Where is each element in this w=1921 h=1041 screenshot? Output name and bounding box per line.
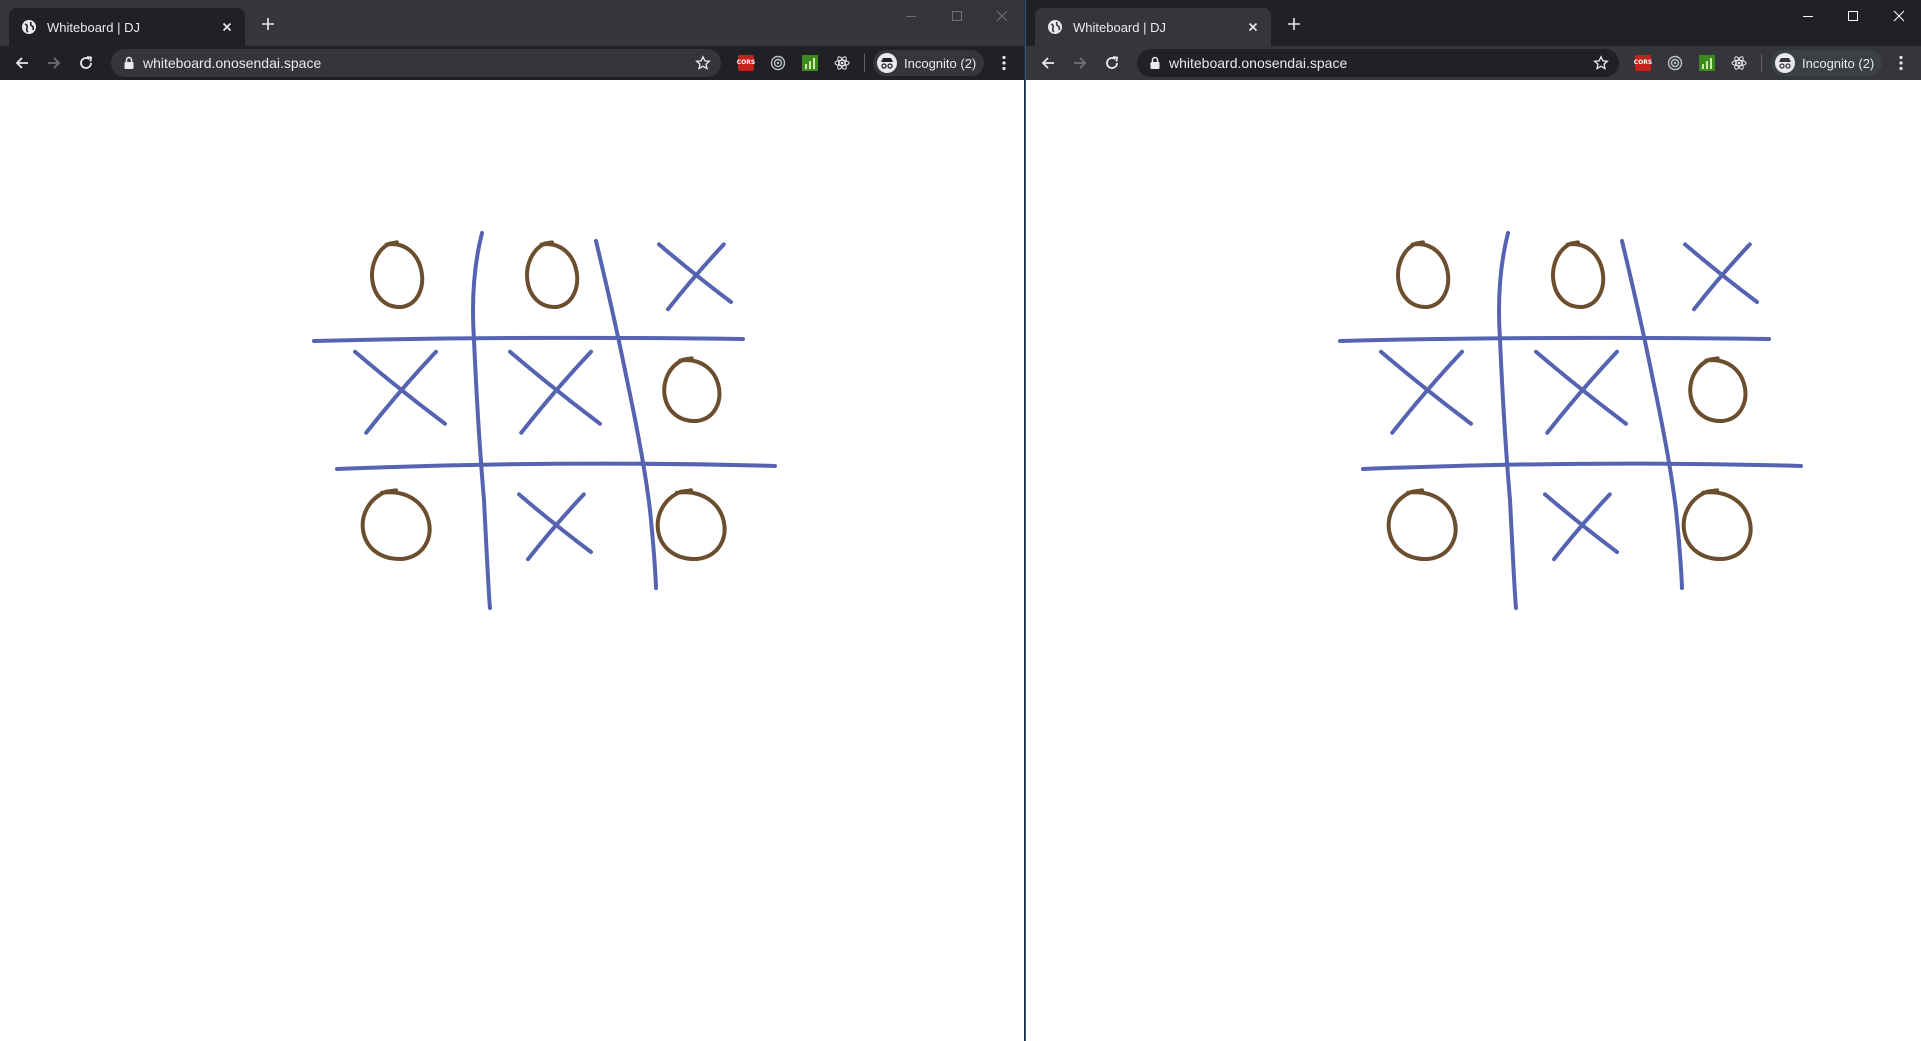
tab-title: Whiteboard | DJ xyxy=(1073,19,1166,35)
x-mark xyxy=(1543,492,1619,562)
o-mark xyxy=(655,488,727,562)
back-arrow-icon xyxy=(1041,57,1054,69)
grid-line xyxy=(335,461,777,471)
x-mark xyxy=(508,349,602,435)
lock-icon xyxy=(124,56,134,69)
tic-tac-toe-marks xyxy=(1379,240,1759,562)
forward-button[interactable] xyxy=(1069,52,1091,74)
grid-line xyxy=(594,239,658,590)
incognito-profile-button[interactable]: Incognito (2) xyxy=(1771,50,1883,76)
reload-icon xyxy=(80,56,93,69)
grid-line xyxy=(1497,231,1518,610)
o-mark xyxy=(1551,240,1606,310)
close-icon xyxy=(996,10,1008,22)
grid-line xyxy=(1361,461,1803,471)
profile-label: Incognito (2) xyxy=(904,55,977,71)
o-mark xyxy=(1688,356,1748,424)
minimize-icon xyxy=(1803,16,1813,17)
more-menu-icon[interactable] xyxy=(1892,54,1910,72)
page-viewport xyxy=(0,80,1024,1041)
close-window-button[interactable] xyxy=(1876,0,1921,32)
reload-button[interactable] xyxy=(1101,52,1123,74)
address-bar[interactable]: whiteboard.onosendai.space xyxy=(111,49,721,77)
reload-button[interactable] xyxy=(75,52,97,74)
x-mark xyxy=(1379,349,1473,435)
lock-icon xyxy=(1150,56,1160,69)
page-viewport xyxy=(1026,80,1921,1041)
address-bar[interactable]: whiteboard.onosendai.space xyxy=(1137,49,1619,77)
minimize-button[interactable] xyxy=(888,0,934,32)
url-text: whiteboard.onosendai.space xyxy=(143,55,322,71)
maximize-button[interactable] xyxy=(1830,0,1876,32)
whiteboard-canvas[interactable] xyxy=(1026,80,1921,1041)
close-window-button[interactable] xyxy=(979,0,1024,32)
tab-strip: Whiteboard | DJ xyxy=(0,0,1024,46)
bookmark-star-icon[interactable] xyxy=(695,55,711,71)
tab-whiteboard[interactable]: Whiteboard | DJ xyxy=(9,8,245,46)
browser-window-left: Whiteboard | DJ whiteboard.onosendai.spa… xyxy=(0,0,1025,1041)
close-tab-icon[interactable] xyxy=(219,19,235,35)
tic-tac-toe-marks xyxy=(353,240,733,562)
chart-icon[interactable] xyxy=(1699,55,1715,71)
o-mark xyxy=(1396,240,1451,310)
x-mark xyxy=(657,242,733,312)
target-icon[interactable] xyxy=(1667,55,1683,71)
profile-label: Incognito (2) xyxy=(1802,55,1875,71)
o-mark xyxy=(525,240,580,310)
x-mark xyxy=(1534,349,1628,435)
browser-window-right: Whiteboard | DJ whiteboard.onosendai.spa… xyxy=(1025,0,1921,1041)
whiteboard-canvas[interactable] xyxy=(0,80,1025,1041)
bookmark-star-icon[interactable] xyxy=(1593,55,1609,71)
globe-icon xyxy=(22,20,36,34)
target-icon[interactable] xyxy=(770,55,786,71)
new-tab-icon[interactable] xyxy=(260,16,276,32)
grid-line xyxy=(471,231,492,610)
incognito-icon xyxy=(1775,53,1795,73)
x-mark xyxy=(1683,242,1759,312)
x-mark xyxy=(353,349,447,435)
minimize-icon xyxy=(906,16,916,17)
o-mark xyxy=(1386,488,1458,562)
x-mark xyxy=(517,492,593,562)
o-mark xyxy=(662,356,722,424)
incognito-profile-button[interactable]: Incognito (2) xyxy=(873,50,985,76)
more-menu-icon[interactable] xyxy=(995,54,1013,72)
url-text: whiteboard.onosendai.space xyxy=(1169,55,1348,71)
tab-title: Whiteboard | DJ xyxy=(47,19,140,35)
close-tab-icon[interactable] xyxy=(1245,19,1261,35)
new-tab-icon[interactable] xyxy=(1286,16,1302,32)
chart-icon[interactable] xyxy=(802,55,818,71)
cors-icon[interactable]: CORS xyxy=(1634,55,1652,71)
close-icon xyxy=(1893,10,1905,22)
tab-strip: Whiteboard | DJ xyxy=(1026,0,1921,46)
react-icon[interactable] xyxy=(1731,55,1747,71)
cors-icon[interactable]: CORS xyxy=(737,55,755,71)
forward-arrow-icon xyxy=(1074,57,1087,69)
toolbar-divider xyxy=(1761,54,1762,72)
o-mark xyxy=(370,240,425,310)
back-button[interactable] xyxy=(1037,52,1059,74)
back-button[interactable] xyxy=(11,52,33,74)
tab-whiteboard[interactable]: Whiteboard | DJ xyxy=(1035,8,1271,46)
maximize-icon xyxy=(1848,11,1858,21)
back-arrow-icon xyxy=(15,57,28,69)
minimize-button[interactable] xyxy=(1785,0,1831,32)
forward-button[interactable] xyxy=(43,52,65,74)
grid-line xyxy=(1620,239,1684,590)
toolbar: whiteboard.onosendai.space CORS Incognit… xyxy=(1026,46,1921,80)
o-mark xyxy=(1681,488,1753,562)
react-icon[interactable] xyxy=(834,55,850,71)
toolbar-divider xyxy=(864,54,865,72)
grid-line xyxy=(312,335,745,343)
toolbar: whiteboard.onosendai.space CORS Incognit… xyxy=(0,46,1024,80)
o-mark xyxy=(360,488,432,562)
incognito-icon xyxy=(877,53,897,73)
reload-icon xyxy=(1106,56,1119,69)
globe-icon xyxy=(1048,20,1062,34)
maximize-icon xyxy=(952,11,962,21)
grid-line xyxy=(1338,335,1771,343)
maximize-button[interactable] xyxy=(934,0,980,32)
forward-arrow-icon xyxy=(48,57,61,69)
